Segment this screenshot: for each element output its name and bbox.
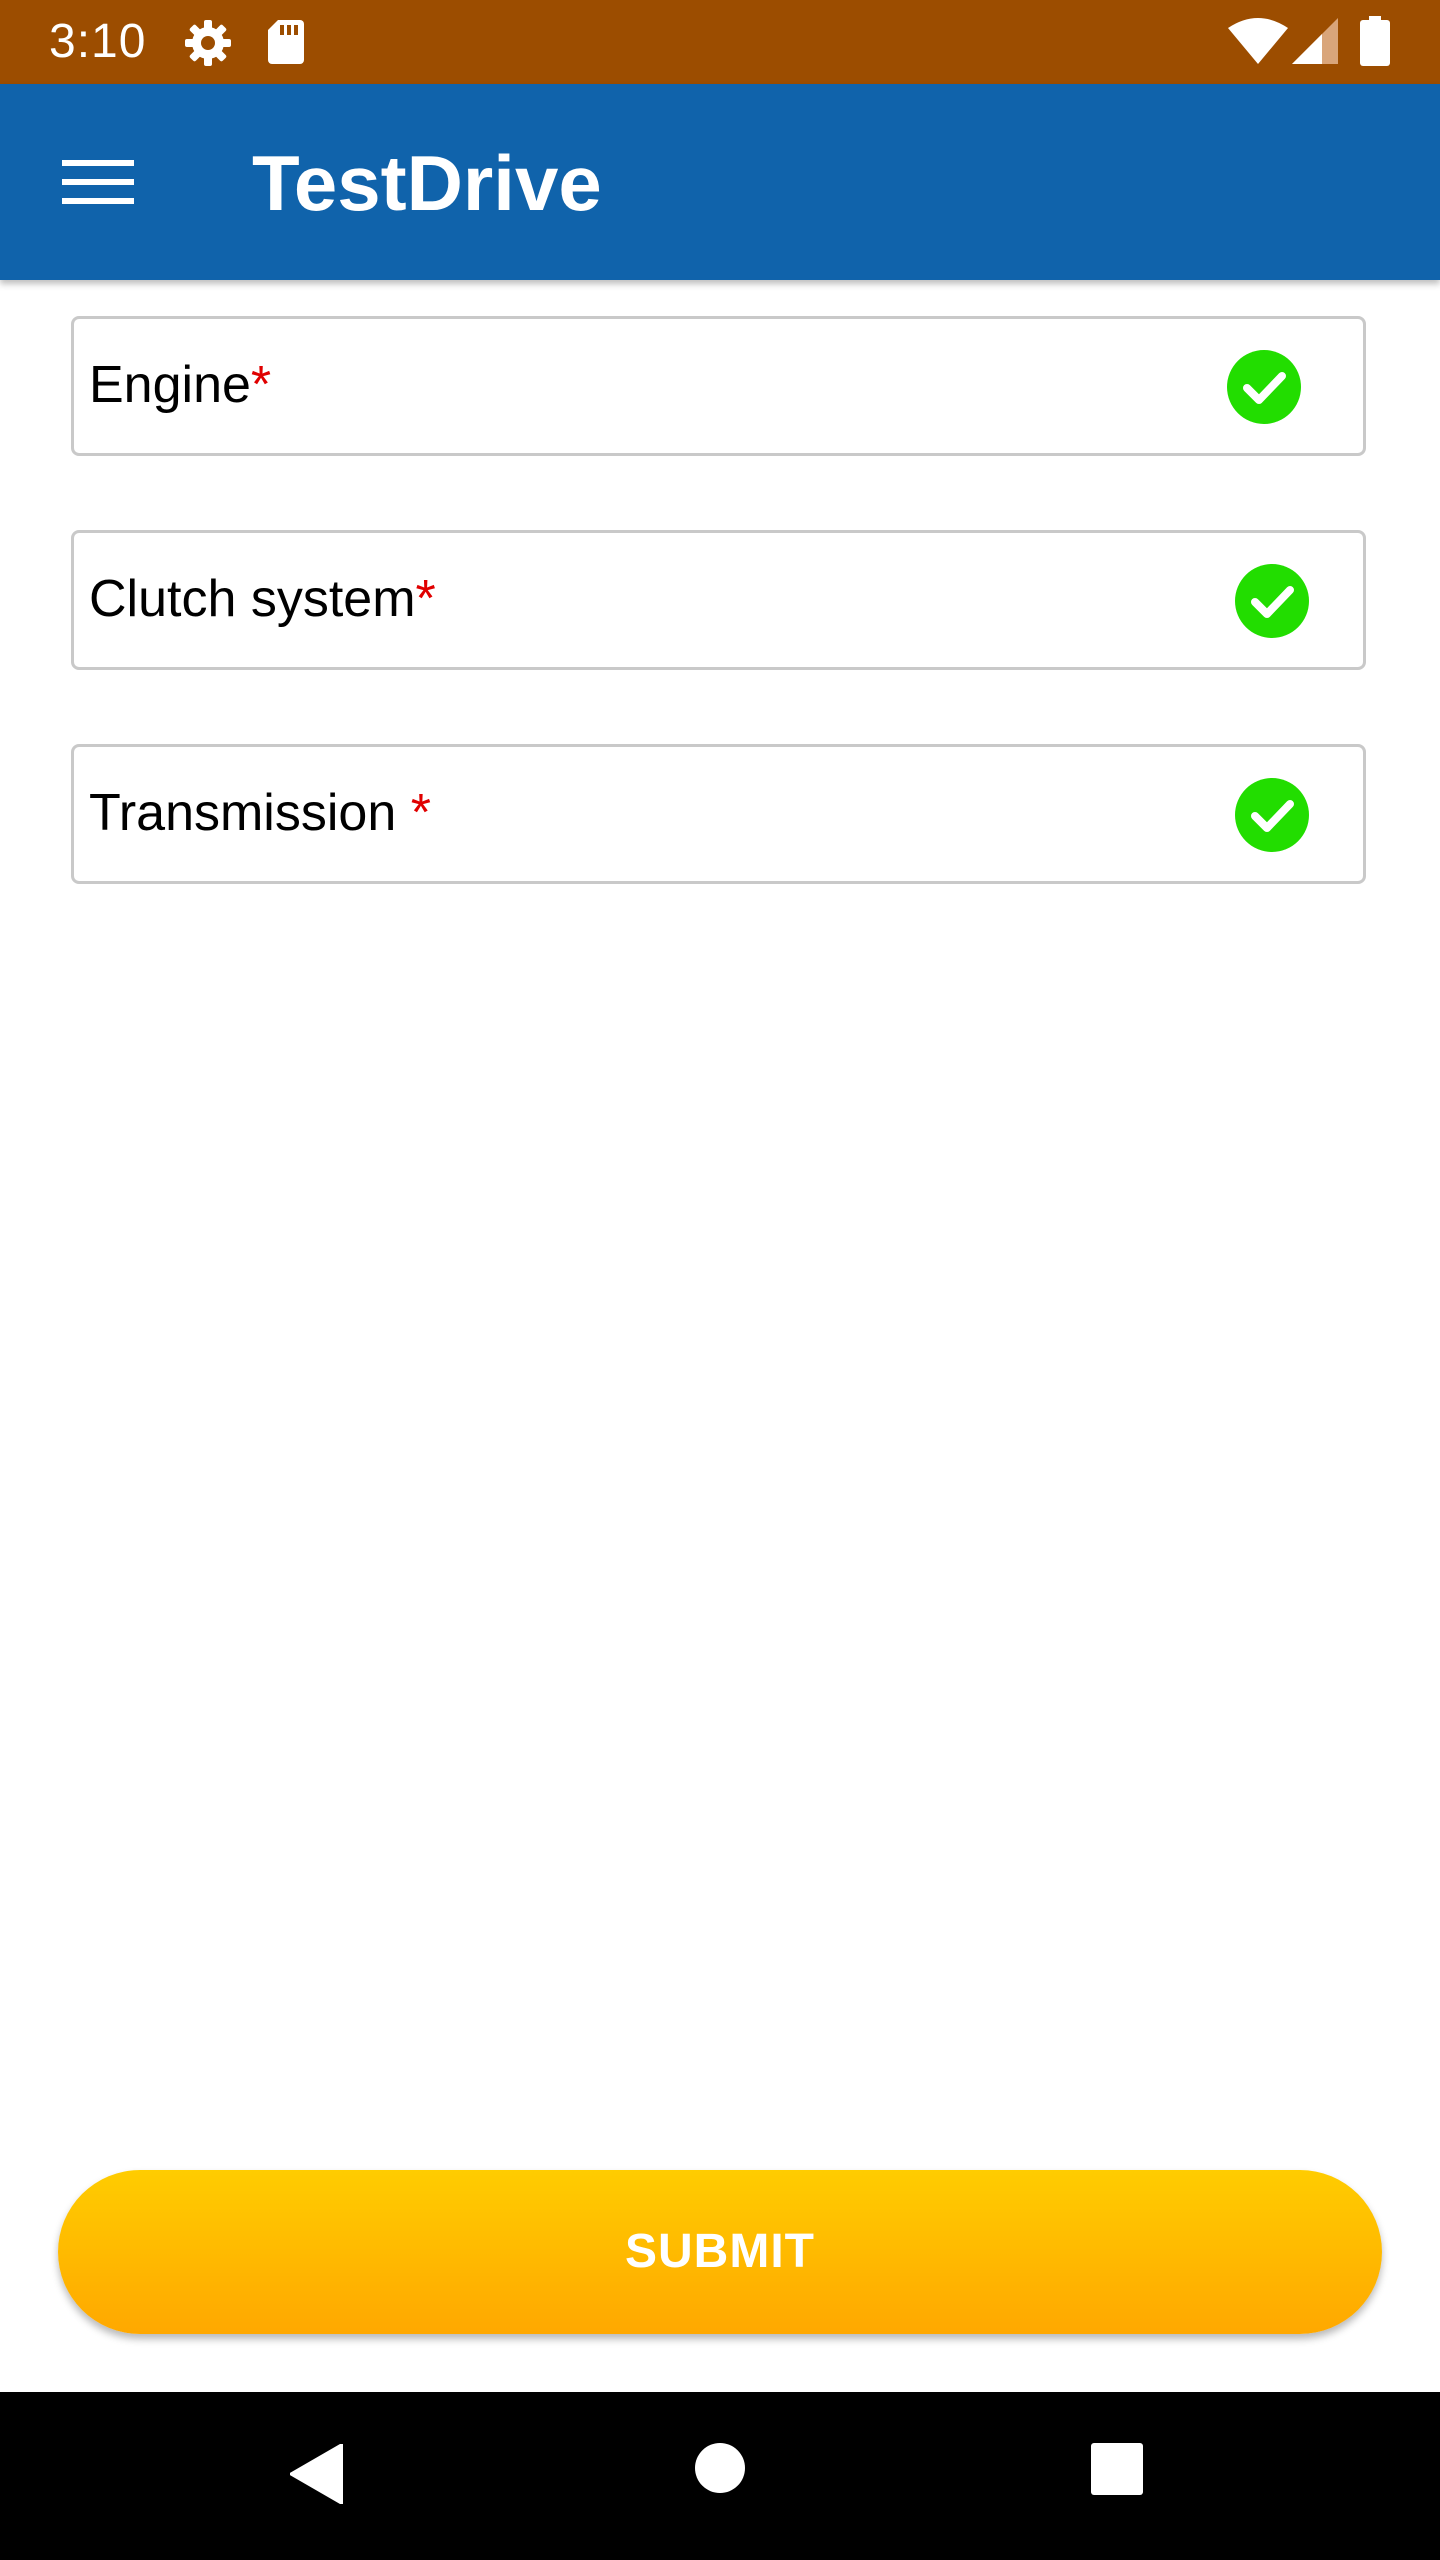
clutch-system-field-label: Clutch system* — [89, 570, 436, 628]
sd-card-icon — [268, 20, 304, 64]
status-bar: 3:10 — [0, 0, 1440, 84]
clutch-system-field[interactable]: Clutch system* — [71, 530, 1366, 670]
battery-icon — [1360, 16, 1390, 66]
app-title: TestDrive — [252, 139, 602, 227]
wifi-icon — [1228, 18, 1288, 64]
submit-button-label: SUBMIT — [625, 2225, 815, 2278]
hamburger-menu-icon — [62, 160, 134, 204]
check-circle-icon[interactable] — [1234, 563, 1310, 639]
recents-icon[interactable] — [1091, 2443, 1143, 2495]
required-mark: * — [415, 570, 436, 628]
menu-button[interactable] — [42, 126, 154, 238]
transmission-field-label: Transmission * — [89, 784, 431, 842]
check-circle-icon[interactable] — [1226, 349, 1302, 425]
check-circle-icon[interactable] — [1234, 777, 1310, 853]
home-icon[interactable] — [694, 2442, 746, 2494]
back-icon[interactable] — [290, 2444, 344, 2504]
navigation-bar — [0, 2392, 1440, 2560]
required-mark: * — [250, 356, 272, 414]
engine-field[interactable]: Engine* — [71, 316, 1366, 456]
submit-button[interactable]: SUBMIT — [58, 2170, 1382, 2334]
signal-icon — [1292, 18, 1338, 64]
transmission-field[interactable]: Transmission * — [71, 744, 1366, 884]
status-time: 3:10 — [49, 15, 147, 68]
gear-icon — [184, 19, 232, 67]
engine-field-label: Engine* — [89, 356, 272, 414]
required-mark: * — [410, 784, 431, 842]
app-bar: TestDrive — [0, 84, 1440, 280]
